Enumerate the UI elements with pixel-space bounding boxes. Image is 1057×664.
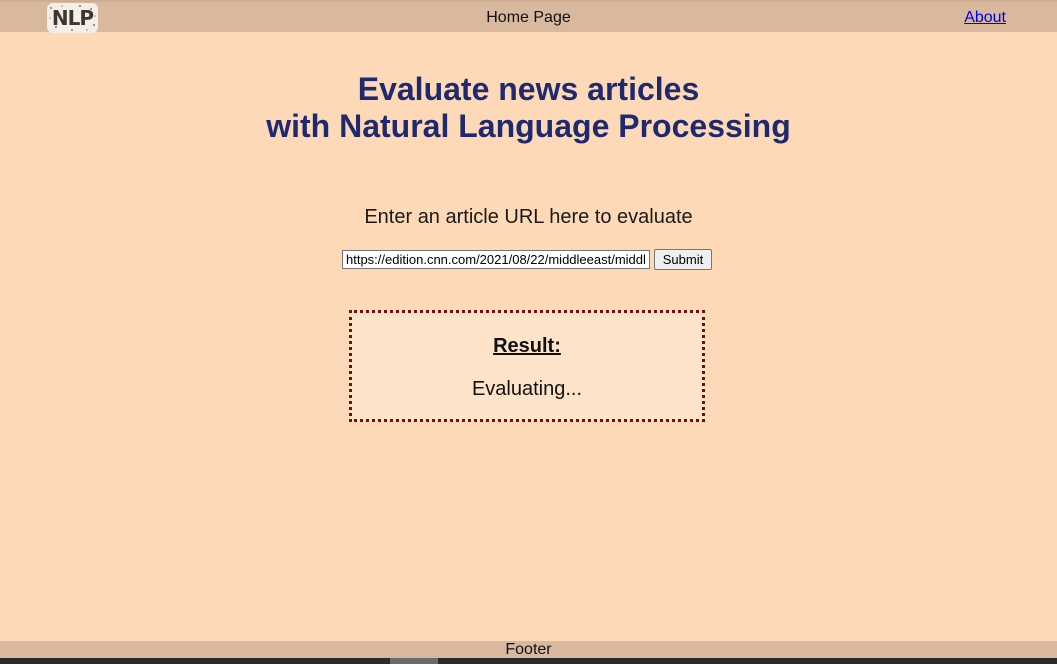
horizontal-scrollbar[interactable] (0, 658, 1057, 664)
page-title-line-2: with Natural Language Processing (266, 108, 791, 144)
article-url-input[interactable] (342, 250, 650, 269)
about-link[interactable]: About (964, 9, 1006, 27)
page-title: Evaluate news articles with Natural Lang… (0, 71, 1057, 145)
header-title: Home Page (486, 9, 571, 26)
page-title-line-1: Evaluate news articles (357, 71, 700, 107)
url-prompt-label: Enter an article URL here to evaluate (364, 206, 693, 228)
result-panel: Result: Evaluating... (349, 310, 705, 422)
header-bar: NLP Home Page About (0, 0, 1057, 33)
footer-bar: Footer (0, 641, 1057, 658)
scrollbar-thumb[interactable] (390, 658, 438, 664)
result-status-text: Evaluating... (471, 378, 583, 400)
result-label: Result: (493, 335, 561, 357)
footer-text: Footer (505, 641, 552, 658)
submit-button[interactable]: Submit (654, 249, 712, 270)
